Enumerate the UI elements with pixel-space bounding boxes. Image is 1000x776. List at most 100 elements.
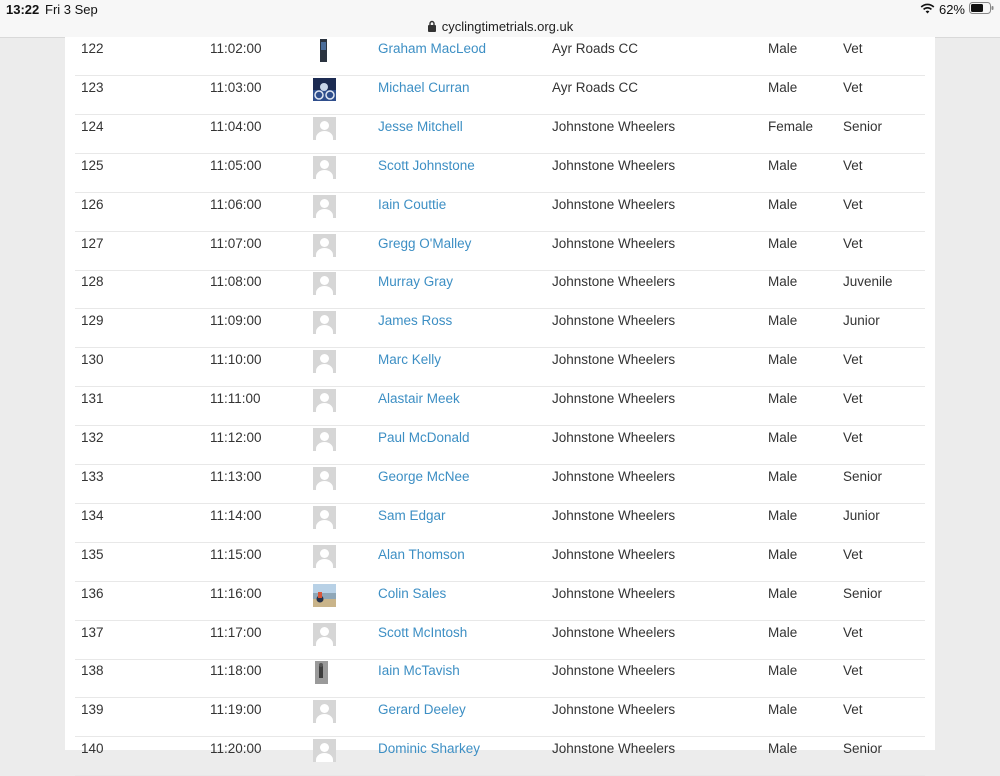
table-row: 122 11:02:00 Graham MacLeod Ayr Roads CC Mal… [75, 37, 925, 76]
start-time: 11:19:00 [210, 702, 262, 718]
table-row: 129 11:09:00 James Ross Johnstone Wheelers M… [75, 309, 925, 349]
category: Vet [843, 196, 863, 212]
avatar-placeholder-icon [313, 155, 336, 179]
rider-name-link[interactable]: Sam Edgar [378, 504, 446, 542]
avatar-placeholder-icon [313, 350, 336, 374]
rider-name-link[interactable]: Gerard Deeley [378, 698, 466, 736]
gender: Male [768, 468, 798, 484]
rider-name-link[interactable]: Paul McDonald [378, 426, 470, 464]
avatar-placeholder-icon [313, 622, 336, 646]
avatar-placeholder-icon [313, 466, 336, 490]
club-name: Ayr Roads CC [552, 79, 639, 95]
start-time: 11:09:00 [210, 313, 262, 329]
start-time: 11:11:00 [210, 391, 261, 407]
rider-name-link[interactable]: Murray Gray [378, 270, 453, 308]
club-name: Johnstone Wheelers [552, 546, 676, 562]
club-name: Johnstone Wheelers [552, 663, 676, 679]
battery-percent: 62% [938, 2, 965, 17]
category: Vet [843, 391, 863, 407]
rider-name-link[interactable]: Graham MacLeod [378, 37, 486, 75]
gender: Male [768, 663, 798, 679]
rider-name-link[interactable]: James Ross [378, 309, 452, 347]
rider-name-link[interactable]: Dominic Sharkey [378, 737, 480, 775]
rider-name-link[interactable]: Scott McIntosh [378, 621, 467, 659]
rider-name-link[interactable]: Jesse Mitchell [378, 115, 463, 153]
rider-photo [313, 661, 336, 685]
rider-number: 134 [81, 507, 104, 523]
table-row: 139 11:19:00 Gerard Deeley Johnstone Wheele… [75, 698, 925, 738]
avatar-placeholder-icon [313, 233, 336, 257]
avatar-placeholder-icon [313, 311, 336, 335]
address-bar[interactable]: cyclingtimetrials.org.uk [0, 17, 1000, 35]
club-name: Johnstone Wheelers [552, 274, 676, 290]
rider-number: 125 [81, 157, 104, 173]
start-time: 11:20:00 [210, 741, 262, 757]
status-time: 13:22 [6, 2, 40, 17]
table-row: 124 11:04:00 Jesse Mitchell Johnstone Wheel… [75, 115, 925, 154]
category: Vet [843, 624, 863, 640]
rider-name-link[interactable]: George McNee [378, 465, 470, 503]
start-time: 11:12:00 [210, 430, 262, 445]
category: Vet [843, 702, 863, 718]
start-time: 11:03:00 [210, 79, 262, 95]
club-name: Johnstone Wheelers [552, 313, 676, 329]
club-name: Johnstone Wheelers [552, 196, 676, 212]
category: Vet [843, 430, 863, 445]
start-time: 11:13:00 [210, 468, 262, 484]
rider-name-link[interactable]: Iain Couttie [378, 193, 446, 231]
start-time: 11:10:00 [210, 352, 262, 368]
wifi-icon [920, 2, 935, 17]
rider-name-link[interactable]: Iain McTavish [378, 659, 460, 697]
rider-number: 138 [81, 663, 104, 679]
gender: Male [768, 235, 798, 251]
gender: Male [768, 624, 798, 640]
club-name: Ayr Roads CC [552, 41, 639, 56]
avatar-placeholder-icon [313, 428, 336, 451]
url-text[interactable]: cyclingtimetrials.org.uk [442, 19, 574, 34]
category: Vet [843, 157, 863, 173]
rider-number: 129 [81, 313, 104, 329]
gender: Male [768, 157, 798, 173]
club-name: Johnstone Wheelers [552, 702, 676, 718]
rider-number: 132 [81, 430, 104, 445]
club-name: Johnstone Wheelers [552, 235, 676, 251]
rider-number: 139 [81, 702, 104, 718]
club-name: Johnstone Wheelers [552, 391, 676, 407]
rider-name-link[interactable]: Colin Sales [378, 582, 446, 620]
rider-name-link[interactable]: Michael Curran [378, 76, 470, 114]
avatar-placeholder-icon [313, 272, 336, 296]
start-time: 11:08:00 [210, 274, 262, 290]
gender: Male [768, 313, 798, 329]
rider-photo [313, 77, 336, 101]
rider-name-link[interactable]: Marc Kelly [378, 348, 441, 386]
rider-number: 135 [81, 546, 104, 562]
start-time: 11:06:00 [210, 196, 262, 212]
club-name: Johnstone Wheelers [552, 430, 676, 445]
table-row: 125 11:05:00 Scott Johnstone Johnstone Whee… [75, 154, 925, 193]
category: Vet [843, 663, 863, 679]
club-name: Johnstone Wheelers [552, 624, 676, 640]
table-row: 137 11:17:00 Scott McIntosh Johnstone Wheel… [75, 621, 925, 660]
category: Senior [843, 741, 883, 757]
rider-name-link[interactable]: Gregg O'Malley [378, 232, 471, 270]
table-row: 128 11:08:00 Murray Gray Johnstone Wheelers… [75, 270, 925, 310]
avatar-placeholder-icon [313, 700, 336, 724]
club-name: Johnstone Wheelers [552, 352, 676, 368]
gender: Male [768, 79, 798, 95]
lock-icon [427, 20, 437, 32]
rider-name-link[interactable]: Scott Johnstone [378, 154, 475, 192]
rider-name-link[interactable]: Alastair Meek [378, 387, 460, 425]
table-row: 131 11:11:00 Alastair Meek Johnstone Wheele… [75, 387, 925, 427]
rider-number: 127 [81, 235, 104, 251]
gender: Male [768, 274, 798, 290]
club-name: Johnstone Wheelers [552, 468, 676, 484]
category: Vet [843, 79, 863, 95]
club-name: Johnstone Wheelers [552, 507, 676, 523]
gender: Male [768, 702, 798, 718]
category: Vet [843, 41, 863, 56]
rider-name-link[interactable]: Alan Thomson [378, 543, 465, 581]
gender: Male [768, 585, 798, 601]
rider-photo [313, 583, 336, 607]
table-row: 126 11:06:00 Iain Couttie Johnstone Wheeler… [75, 193, 925, 232]
avatar-placeholder-icon [313, 194, 336, 218]
